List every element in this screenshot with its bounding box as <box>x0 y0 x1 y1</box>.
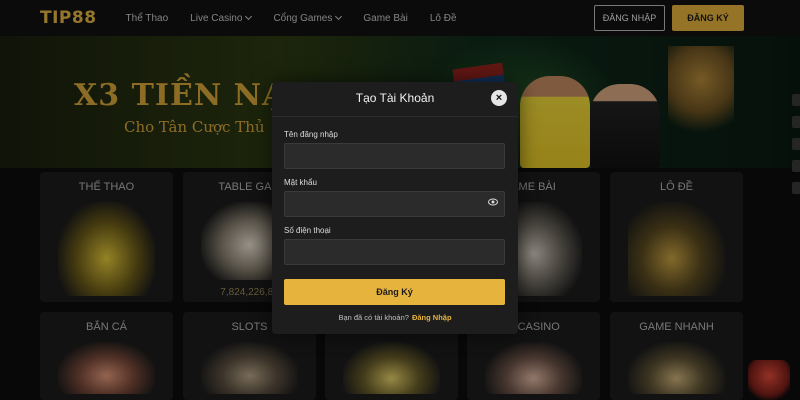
modal-divider <box>272 116 518 117</box>
close-icon[interactable]: × <box>491 90 507 106</box>
password-label: Mật khẩu <box>284 178 317 187</box>
phone-field[interactable] <box>284 239 505 265</box>
submit-register-button[interactable]: Đăng Ký <box>284 279 505 305</box>
modal-title: Tạo Tài Khoản <box>355 91 435 105</box>
login-prompt-text: Bạn đã có tài khoản? <box>338 313 409 322</box>
eye-icon[interactable] <box>488 198 498 206</box>
username-field[interactable] <box>284 143 505 169</box>
username-label: Tên đăng nhập <box>284 130 338 139</box>
register-modal: Tạo Tài Khoản × Tên đăng nhập Mật khẩu S… <box>272 82 518 334</box>
login-link[interactable]: Đăng Nhập <box>412 313 452 322</box>
phone-label: Số điện thoại <box>284 226 331 235</box>
login-prompt: Bạn đã có tài khoản? Đăng Nhập <box>272 313 518 322</box>
page: TIP88 Thể Thao Live Casino Cổng Games Ga… <box>0 0 800 400</box>
password-field[interactable] <box>284 191 505 217</box>
